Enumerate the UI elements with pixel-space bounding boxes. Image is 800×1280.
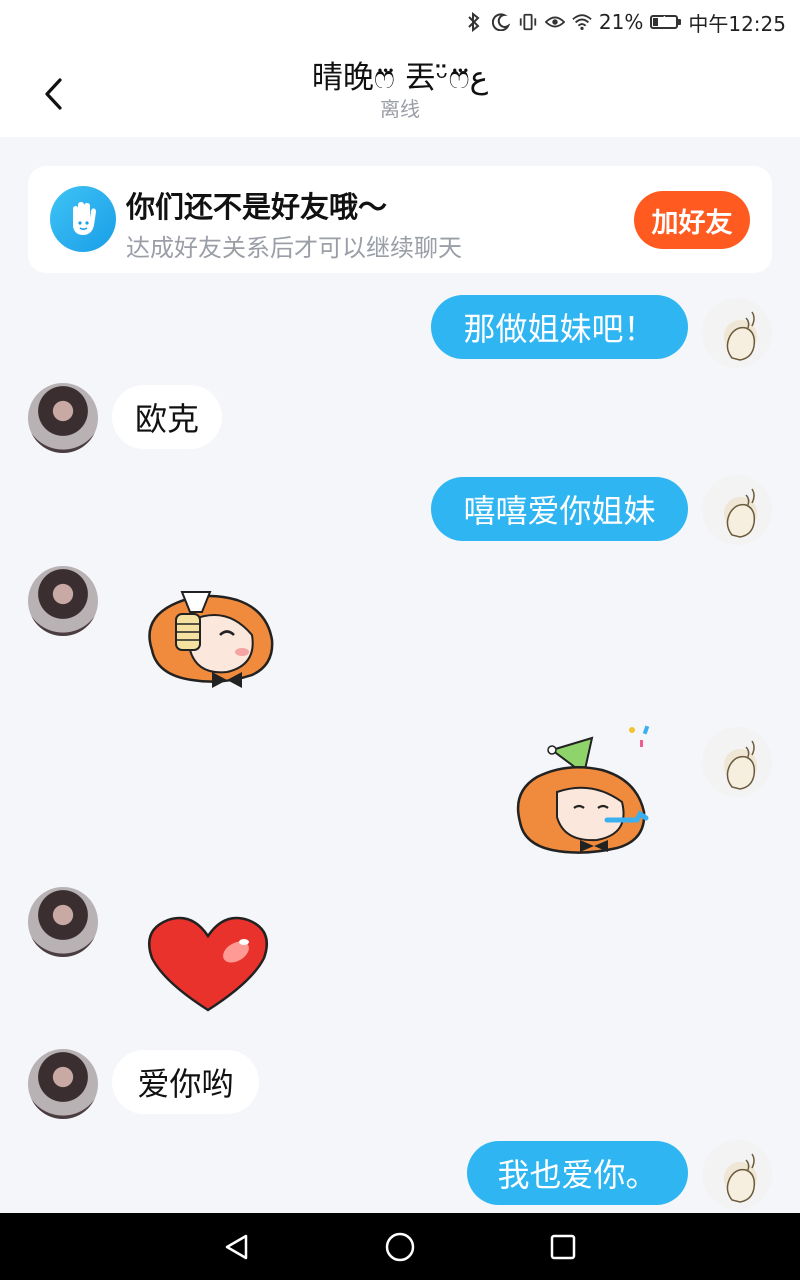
- title-block: 晴晚ෆ⃛ 丟ᵕ̈ෆ⃛ع 离线: [0, 58, 800, 122]
- contact-avatar[interactable]: [28, 566, 98, 636]
- contact-avatar[interactable]: [28, 383, 98, 453]
- battery-icon: +: [650, 13, 682, 29]
- battery-percent: 21%: [598, 10, 644, 34]
- friend-notice-card: 你们还不是好友哦～ 达成好友关系后才可以继续聊天 加好友: [28, 166, 772, 273]
- my-avatar[interactable]: [702, 475, 772, 545]
- chat-header: 晴晚ෆ⃛ 丟ᵕ̈ෆ⃛ع 离线: [0, 44, 800, 137]
- message-bubble[interactable]: 我也爱你。: [467, 1141, 688, 1205]
- my-avatar[interactable]: [702, 298, 772, 368]
- clock: 中午12:25: [688, 11, 786, 36]
- message-bubble[interactable]: 欧克: [112, 385, 222, 449]
- triangle-back-icon: [225, 1234, 248, 1260]
- square-recents-icon: [550, 1234, 576, 1260]
- moon-icon: [491, 11, 511, 33]
- eye-icon: [544, 11, 565, 33]
- contact-avatar[interactable]: [28, 1049, 98, 1119]
- wifi-icon: [572, 11, 592, 33]
- notice-title: 你们还不是好友哦～: [126, 190, 388, 224]
- contact-avatar[interactable]: [28, 887, 98, 957]
- message-bubble[interactable]: 那做姐妹吧！: [431, 295, 688, 359]
- cheers-sticker[interactable]: [132, 580, 282, 696]
- my-avatar[interactable]: [702, 1140, 772, 1210]
- party-sticker[interactable]: [512, 722, 662, 866]
- message-bubble[interactable]: 嘻嘻爱你姐妹: [431, 477, 688, 541]
- presence-status: 离线: [380, 97, 420, 121]
- circle-home-icon: [385, 1232, 415, 1262]
- nav-recents-button[interactable]: [541, 1225, 585, 1269]
- navigation-bar: [0, 1213, 800, 1280]
- nav-back-button[interactable]: [215, 1225, 259, 1269]
- my-avatar[interactable]: [702, 727, 772, 797]
- heart-sticker[interactable]: [144, 912, 272, 1018]
- notice-subtitle: 达成好友关系后才可以继续聊天: [126, 234, 462, 262]
- message-bubble[interactable]: 爱你哟: [112, 1050, 259, 1114]
- nav-home-button[interactable]: [378, 1225, 422, 1269]
- waving-hand-icon: [50, 186, 116, 252]
- vibrate-icon: [518, 11, 538, 33]
- add-friend-button[interactable]: 加好友: [634, 191, 750, 249]
- status-icons: 21% + 中午12:25: [464, 10, 786, 36]
- bluetooth-icon: [464, 11, 484, 33]
- status-bar: 21% + 中午12:25: [0, 0, 800, 44]
- contact-name[interactable]: 晴晚ෆ⃛ 丟ᵕ̈ෆ⃛ع: [0, 58, 800, 98]
